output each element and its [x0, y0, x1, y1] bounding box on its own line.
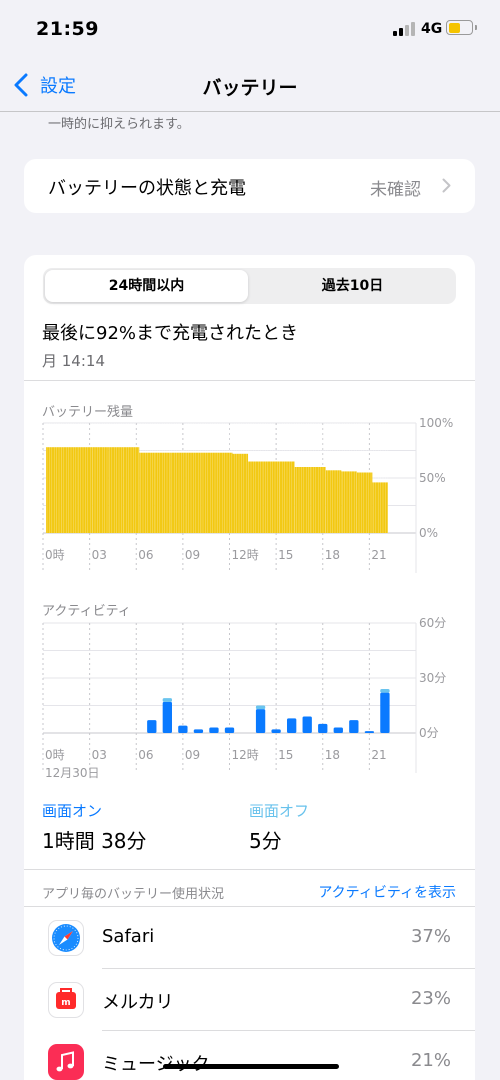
- app-name: メルカリ: [102, 992, 174, 1013]
- x-tick-label: 03: [92, 548, 107, 562]
- note-text: 一時的に抑えられます。: [48, 117, 190, 132]
- x-tick-label: 12時: [232, 748, 259, 762]
- screen-on-bar: [178, 725, 188, 733]
- chart-date-label: 12月30日: [45, 766, 100, 780]
- screen-on-bar: [318, 723, 328, 733]
- show-activity-link[interactable]: アクティビティを表示: [318, 882, 456, 902]
- screen-on-bar: [349, 720, 359, 733]
- screen-on-bar: [209, 727, 219, 733]
- screen-on-bar: [162, 701, 172, 733]
- x-tick-label: 18: [325, 548, 340, 562]
- screen-on-value: 1時間 38分: [42, 829, 147, 853]
- mercari-icon: m: [48, 982, 84, 1018]
- activity-chart: 60分 30分 0分 0時 03 06 09 12時 15 18 21 12月30日: [42, 616, 446, 780]
- battery-level-bar: [294, 467, 311, 533]
- last-charge-time: 月 14:14: [42, 352, 105, 370]
- chevron-right-icon: [442, 178, 451, 193]
- battery-level-chart: 100% 50% 0% 0時 03 06 09 12時 15 18 21: [42, 416, 453, 573]
- x-tick-label: 06: [138, 548, 153, 562]
- app-row-mercari[interactable]: m メルカリ 23%: [24, 969, 475, 1031]
- home-indicator: [163, 1064, 339, 1069]
- y-tick-label: 0%: [419, 526, 438, 540]
- screen-on-bar: [147, 720, 157, 733]
- x-tick-label: 15: [278, 748, 293, 762]
- battery-health-label: バッテリーの状態と充電: [48, 178, 246, 199]
- segment-24-hours[interactable]: 24時間以内: [45, 270, 248, 302]
- page-title: バッテリー: [202, 77, 298, 99]
- x-tick-label: 0時: [45, 548, 65, 562]
- battery-icon: [446, 20, 477, 35]
- screen-off-value: 5分: [249, 829, 282, 853]
- battery-health-row[interactable]: バッテリーの状態と充電 未確認: [24, 159, 475, 213]
- x-tick-label: 09: [185, 748, 200, 762]
- divider: [24, 380, 475, 381]
- svg-text:m: m: [61, 998, 70, 1008]
- battery-health-value: 未確認: [370, 180, 421, 200]
- x-tick-label: 18: [325, 748, 340, 762]
- screen-off-bar: [380, 689, 390, 693]
- screen-on-bar: [333, 727, 343, 733]
- x-tick-label: 09: [185, 548, 200, 562]
- x-tick-label: 06: [138, 748, 153, 762]
- battery-level-fill: [448, 22, 461, 33]
- app-name: Safari: [102, 926, 155, 947]
- y-tick-label: 30分: [419, 671, 446, 685]
- screen-off-label: 画面オフ: [249, 802, 310, 820]
- battery-level-bar: [325, 470, 342, 533]
- battery-level-bar: [170, 452, 186, 533]
- network-type: 4G: [421, 21, 443, 37]
- battery-level-bar: [263, 461, 280, 533]
- segment-10-days[interactable]: 過去10日: [251, 270, 454, 302]
- x-tick-label: 12時: [232, 548, 259, 562]
- battery-level-bar: [341, 471, 357, 533]
- y-tick-label: 50%: [419, 471, 446, 485]
- music-icon: [48, 1044, 84, 1080]
- app-percent: 21%: [410, 1050, 451, 1071]
- y-tick-label: 0分: [419, 726, 439, 740]
- screen-on-bar: [193, 729, 204, 733]
- screen-on-bar: [255, 709, 266, 733]
- x-tick-label: 0時: [45, 748, 65, 762]
- x-tick-label: 03: [92, 748, 107, 762]
- app-row-music[interactable]: ミュージック 21%: [24, 1031, 475, 1080]
- screen-off-bar: [162, 698, 172, 702]
- app-percent: 37%: [410, 926, 451, 947]
- last-charge-title: 最後に92%まで充電されたとき: [42, 323, 299, 344]
- y-tick-label: 60分: [419, 616, 446, 630]
- app-percent: 23%: [410, 988, 451, 1009]
- screen-on-label: 画面オン: [42, 802, 103, 820]
- screen-on-bar: [364, 731, 375, 733]
- screen-on-bar: [380, 692, 390, 733]
- screen-on-bar: [302, 716, 312, 733]
- x-tick-label: 15: [278, 548, 293, 562]
- divider: [24, 869, 475, 870]
- battery-level-bar: [154, 452, 171, 533]
- x-tick-label: 21: [371, 748, 386, 762]
- y-tick-label: 100%: [419, 416, 453, 430]
- cellular-signal-icon: [393, 22, 415, 36]
- status-time: 21:59: [36, 18, 99, 40]
- screen-off-bar: [255, 705, 266, 710]
- battery-level-bar: [232, 453, 249, 533]
- navigation-bar: 設定 バッテリー: [0, 60, 500, 112]
- screen-on-bar: [287, 718, 297, 733]
- battery-level-bar: [201, 452, 217, 533]
- status-bar: 21:59 4G: [0, 0, 500, 60]
- app-row-safari[interactable]: Safari 37%: [24, 907, 475, 969]
- battery-usage-card: 24時間以内 過去10日 最後に92%まで充電されたとき 月 14:14 バッテ…: [24, 255, 475, 1080]
- time-range-segmented-control: 24時間以内 過去10日: [43, 268, 456, 304]
- app-name: ミュージック: [102, 1054, 210, 1075]
- x-tick-label: 21: [371, 548, 386, 562]
- apps-usage-header: アプリ毎のバッテリー使用状況: [42, 887, 225, 902]
- screen-on-bar: [224, 727, 235, 733]
- safari-icon: [48, 920, 84, 956]
- screen-on-bar: [271, 729, 281, 733]
